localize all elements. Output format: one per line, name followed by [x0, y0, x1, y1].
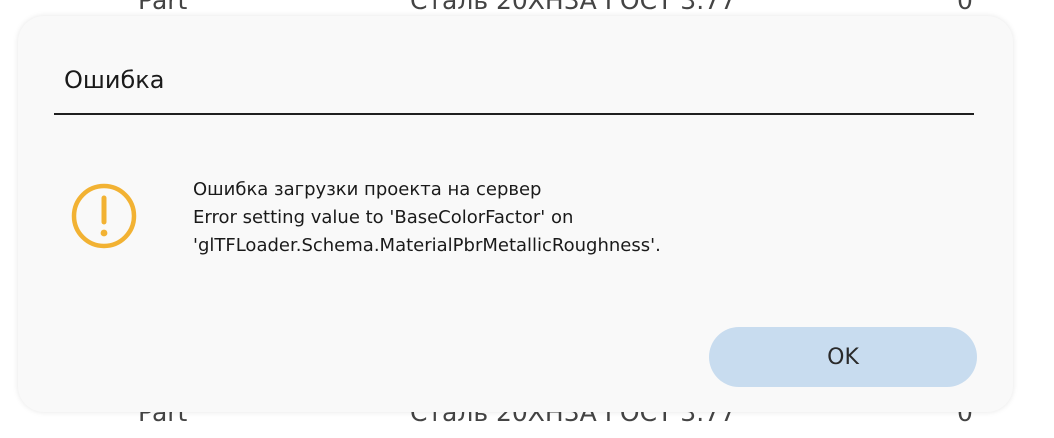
title-divider [54, 113, 974, 115]
message-line: 'glTFLoader.Schema.MaterialPbrMetallicRo… [193, 235, 661, 256]
background-cell-material: Сталь 20ХН3А ГОСТ 3.77 [410, 0, 736, 15]
message-line: Error setting value to 'BaseColorFactor'… [193, 207, 574, 228]
error-dialog: Ошибка Ошибка загрузки проекта на сервер… [18, 16, 1013, 412]
ok-button[interactable]: OK [709, 327, 977, 387]
message-line: Ошибка загрузки проекта на сервер [193, 179, 542, 200]
warning-icon [68, 180, 140, 252]
background-cell-type: Part [138, 0, 188, 15]
error-message: Ошибка загрузки проекта на сервер Error … [193, 176, 661, 260]
dialog-title: Ошибка [64, 66, 165, 94]
background-cell-count: 0 [957, 0, 973, 15]
